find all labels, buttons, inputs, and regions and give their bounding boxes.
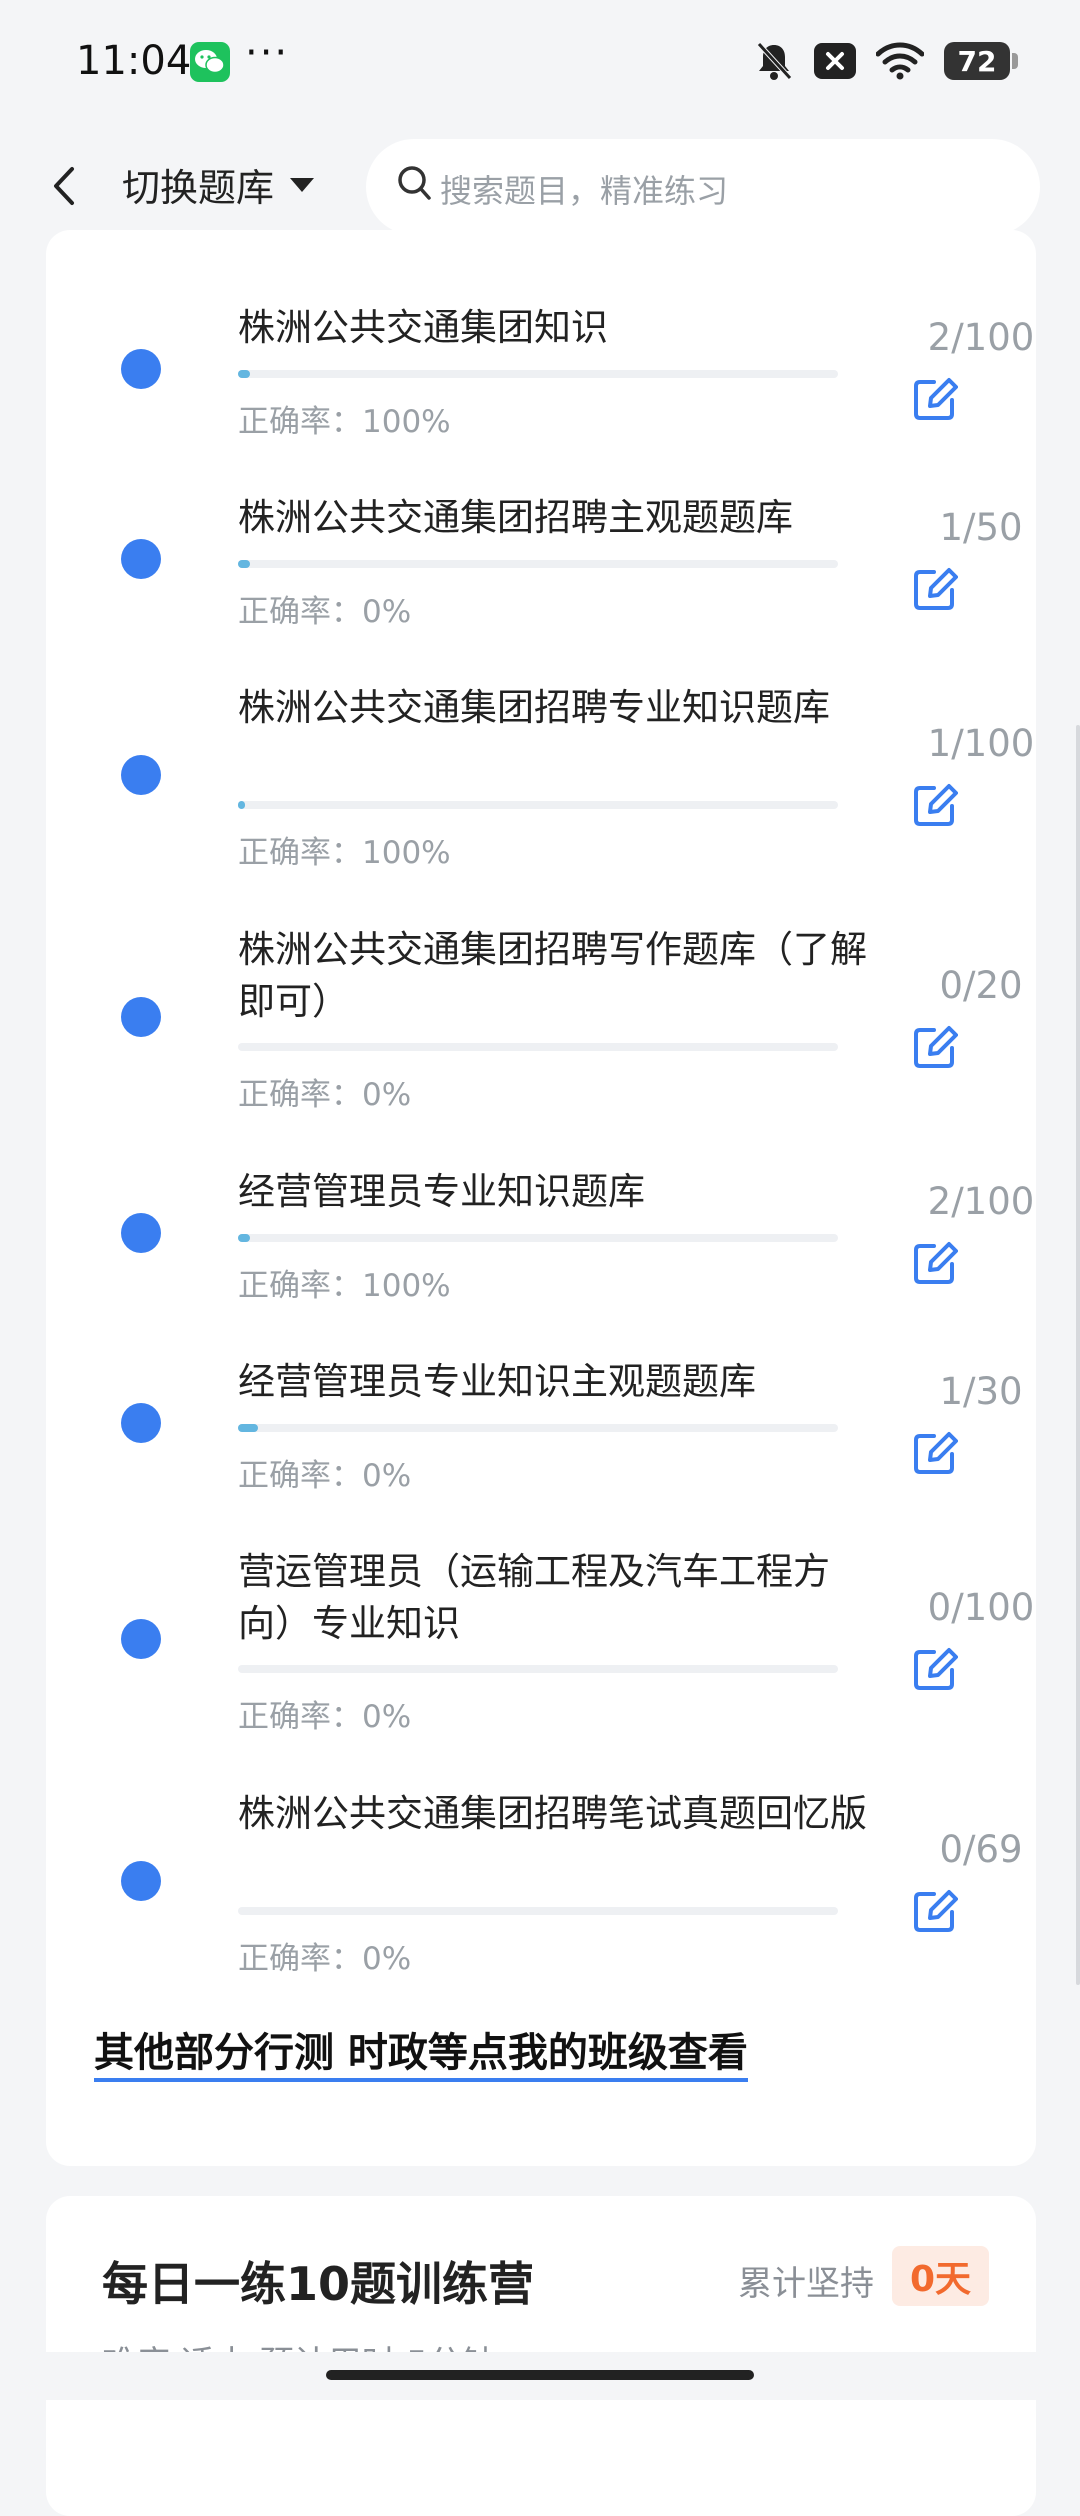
accuracy-label: 正确率：0% (238, 1077, 412, 1113)
bullet-dot (121, 1861, 161, 1901)
edit-icon[interactable] (912, 1024, 958, 1070)
edit-icon[interactable] (912, 376, 958, 422)
progress-count: 0/20 (939, 964, 1023, 1007)
progress-count: 1/100 (927, 722, 1035, 765)
edit-icon[interactable] (912, 566, 958, 612)
bullet-dot (121, 349, 161, 389)
my-class-link[interactable]: 其他部分行测 时政等点我的班级查看 (94, 2028, 748, 2082)
item-title: 经营管理员专业知识题库 (238, 1170, 645, 1213)
progress-fill (238, 1234, 250, 1242)
edit-icon[interactable] (912, 782, 958, 828)
progress-bar (238, 801, 838, 809)
accuracy-label: 正确率：0% (238, 1458, 412, 1494)
wechat-icon (190, 42, 230, 82)
mute-bell-icon (757, 42, 792, 80)
search-placeholder: 搜索题目，精准练习 (440, 172, 729, 210)
progress-count: 2/100 (927, 316, 1035, 359)
search-icon (398, 166, 431, 200)
caret-down-icon (290, 177, 315, 192)
progress-bar (238, 370, 838, 378)
more-notifications-icon: ··· (245, 30, 290, 76)
item-title: 株洲公共交通集团招聘写作题库（了解即可） (238, 928, 867, 1023)
scrollbar[interactable] (1076, 725, 1080, 1985)
item-title: 营运管理员（运输工程及汽车工程方向）专业知识 (238, 1550, 830, 1645)
home-indicator[interactable] (326, 2370, 754, 2380)
bullet-dot (121, 1619, 161, 1659)
close-notification-icon (814, 43, 856, 79)
accuracy-label: 正确率：0% (238, 1699, 412, 1735)
progress-count: 0/100 (927, 1586, 1035, 1629)
back-arrow-icon[interactable] (40, 161, 90, 211)
streak-badge: 0天 (892, 2246, 990, 2306)
progress-fill (238, 370, 250, 378)
edit-icon[interactable] (912, 1240, 958, 1286)
progress-fill (238, 801, 246, 809)
accuracy-label: 正确率：100% (238, 404, 451, 440)
bullet-dot (121, 539, 161, 579)
item-title: 株洲公共交通集团招聘专业知识题库 (238, 686, 830, 729)
switch-bank-label: 切换题库 (122, 166, 275, 210)
progress-bar (238, 1234, 838, 1242)
progress-fill (238, 1424, 258, 1432)
progress-bar (238, 1665, 838, 1673)
progress-bar (238, 1907, 838, 1915)
status-time: 11:04 (76, 38, 192, 84)
bullet-dot (121, 1403, 161, 1443)
switch-bank-dropdown[interactable]: 切换题库 (122, 157, 315, 212)
training-card-title: 每日一练10题训练营 (102, 2257, 535, 2311)
progress-count: 1/50 (939, 506, 1023, 549)
status-bar: 11:04 ··· 72 (0, 0, 1080, 125)
progress-count: 1/30 (939, 1370, 1023, 1413)
accuracy-label: 正确率：0% (238, 1941, 412, 1977)
item-title: 株洲公共交通集团知识 (238, 306, 608, 349)
bullet-dot (121, 1213, 161, 1253)
battery-icon: 72 (944, 42, 1018, 80)
item-title: 经营管理员专业知识主观题题库 (238, 1360, 756, 1403)
wifi-icon (876, 42, 924, 80)
edit-icon[interactable] (912, 1888, 958, 1934)
progress-count: 2/100 (927, 1180, 1035, 1223)
search-input[interactable]: 搜索题目，精准练习 (366, 139, 1040, 235)
progress-bar (238, 560, 838, 568)
item-title: 株洲公共交通集团招聘笔试真题回忆版 (238, 1792, 867, 1835)
question-bank-list: 株洲公共交通集团知识 正确率：100% 2/100 株洲公共交通集团招聘主观题题… (46, 230, 1036, 2166)
bullet-dot (121, 997, 161, 1037)
status-icons: 72 (754, 38, 1018, 84)
item-title: 株洲公共交通集团招聘主观题题库 (238, 496, 793, 539)
accuracy-label: 正确率：100% (238, 1268, 451, 1304)
edit-icon[interactable] (912, 1430, 958, 1476)
accuracy-label: 正确率：0% (238, 594, 412, 630)
accuracy-label: 正确率：100% (238, 835, 451, 871)
streak-label: 累计坚持 (738, 2264, 874, 2304)
progress-bar (238, 1043, 838, 1051)
bullet-dot (121, 755, 161, 795)
progress-fill (238, 560, 250, 568)
edit-icon[interactable] (912, 1646, 958, 1692)
progress-bar (238, 1424, 838, 1432)
progress-count: 0/69 (939, 1828, 1023, 1871)
